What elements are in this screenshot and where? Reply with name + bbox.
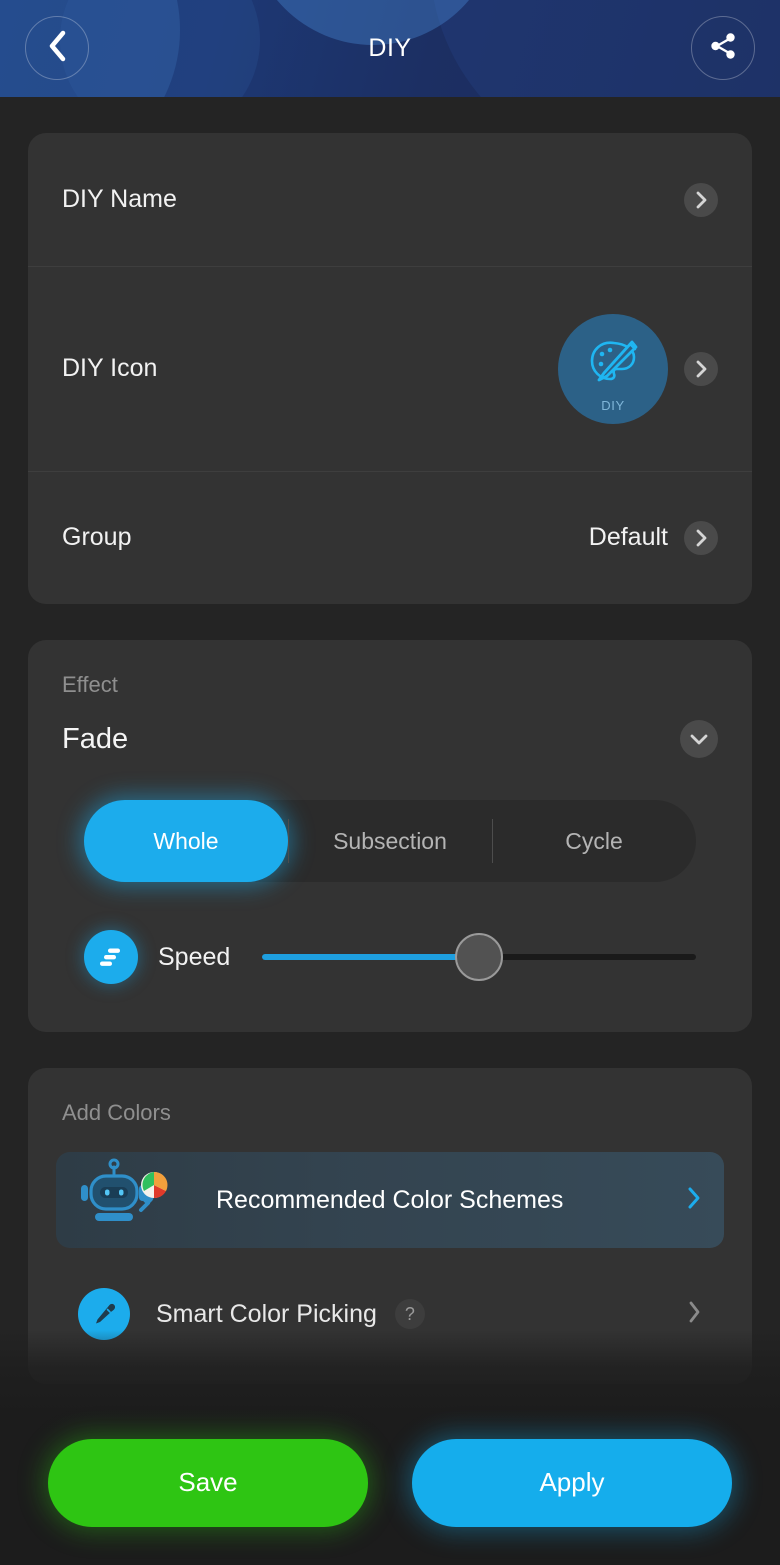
diy-icon-caption: DIY <box>601 397 625 413</box>
diy-icon-preview[interactable]: DIY <box>558 313 668 424</box>
recommended-label: Recommended Color Schemes <box>216 1185 564 1214</box>
eyedropper-icon <box>78 1288 130 1340</box>
chevron-right-icon[interactable] <box>686 1185 702 1216</box>
chevron-down-icon[interactable] <box>680 720 718 758</box>
row-right: DIY <box>558 313 718 424</box>
slider-fill <box>262 954 480 960</box>
smart-color-picking-row[interactable]: Smart Color Picking ? <box>56 1274 724 1354</box>
group-value: Default <box>588 523 668 551</box>
app-header: DIY <box>0 0 780 97</box>
effect-card: Effect Fade Whole Subsection Cycle Speed <box>28 640 752 1032</box>
save-button[interactable]: Save <box>48 1438 368 1527</box>
palette-brush-icon <box>581 338 645 399</box>
effect-section-label: Effect <box>62 672 118 697</box>
chevron-right-icon[interactable] <box>684 351 718 386</box>
content-area: DIY Name DIY Icon DIY Group Default Effe… <box>0 133 780 1384</box>
apply-button[interactable]: Apply <box>412 1438 732 1527</box>
row-right <box>684 182 718 217</box>
back-button[interactable] <box>25 16 89 80</box>
speed-label: Speed <box>158 942 231 971</box>
slider-thumb[interactable] <box>455 933 504 981</box>
row-label: DIY Icon <box>62 354 158 382</box>
selected-effect-label: Fade <box>62 722 129 755</box>
speed-control-row: Speed <box>28 930 752 1032</box>
effect-selector[interactable]: Fade <box>28 698 752 758</box>
row-label: DIY Name <box>62 185 177 213</box>
mode-tab-cycle[interactable]: Cycle <box>492 800 696 882</box>
share-icon <box>708 31 738 66</box>
help-badge[interactable]: ? <box>394 1299 425 1329</box>
smart-picking-label: Smart Color Picking <box>156 1299 377 1328</box>
row-diy-icon[interactable]: DIY Icon DIY <box>28 266 752 471</box>
recommended-color-schemes-row[interactable]: Recommended Color Schemes <box>56 1152 724 1248</box>
speed-icon <box>84 930 138 984</box>
row-label: Group <box>62 523 132 551</box>
share-button[interactable] <box>691 16 755 80</box>
action-bar: Save Apply <box>0 1400 780 1565</box>
info-card: DIY Name DIY Icon DIY Group Default <box>28 133 752 604</box>
chevron-right-icon[interactable] <box>687 1300 702 1329</box>
diy-screen: DIY DIY Name DIY Icon DIY Group Default … <box>0 0 780 1565</box>
add-colors-card: Add Colors Recommended Color Schemes Sma… <box>28 1068 752 1384</box>
chevron-left-icon <box>46 29 68 68</box>
row-group[interactable]: Group Default <box>28 471 752 604</box>
mode-segmented-control: Whole Subsection Cycle <box>84 800 696 882</box>
chevron-right-icon[interactable] <box>684 182 718 217</box>
mode-tab-subsection[interactable]: Subsection <box>288 800 492 882</box>
mode-tab-whole[interactable]: Whole <box>84 800 288 882</box>
robot-palette-icon <box>78 1158 188 1243</box>
add-colors-section-label: Add Colors <box>62 1100 171 1125</box>
chevron-right-icon[interactable] <box>684 520 718 555</box>
speed-slider[interactable] <box>262 933 696 981</box>
page-title: DIY <box>368 34 412 62</box>
row-right: Default <box>588 520 718 555</box>
row-diy-name[interactable]: DIY Name <box>28 133 752 266</box>
